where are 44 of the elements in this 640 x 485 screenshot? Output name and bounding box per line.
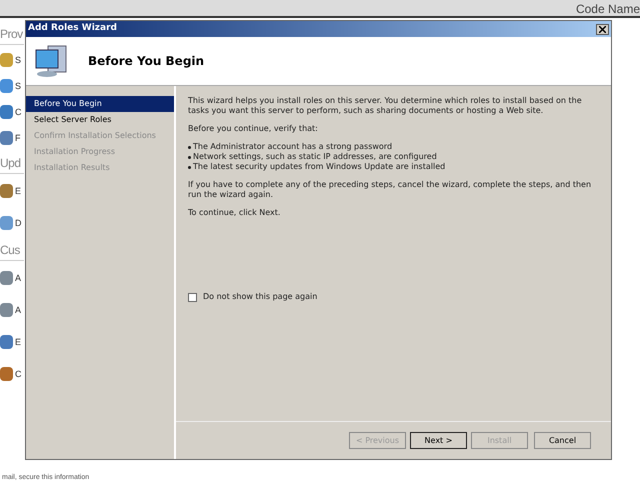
step-item[interactable]: Before You Begin [26, 96, 174, 112]
checklist-item: The latest security updates from Windows Update are installed [193, 162, 446, 172]
task-link[interactable]: C [15, 368, 22, 380]
bullet-icon [188, 146, 191, 149]
task-link[interactable]: F [15, 132, 20, 144]
section-heading: Upd [0, 153, 24, 174]
bullet-icon [188, 156, 191, 159]
intro-text: This wizard helps you install roles on this server. You determine which roles to install based on the tasks you want this server to perform, such as sharing documents or hosting a Web site. [188, 96, 583, 116]
close-button[interactable] [596, 24, 609, 34]
window-title: Add Roles Wizard [28, 22, 117, 36]
continue-text: To continue, click Next. [188, 208, 282, 218]
task-link[interactable]: S [15, 54, 22, 66]
verify-text: Before you continue, verify that: [188, 124, 319, 134]
task-icon [0, 335, 13, 349]
wizard-button[interactable]: Next > [410, 432, 467, 449]
task-icon [0, 216, 13, 230]
task-icon [0, 79, 13, 93]
task-link[interactable]: A [15, 304, 22, 316]
checkbox[interactable] [188, 292, 197, 302]
task-link[interactable]: D [15, 217, 22, 229]
task-link[interactable]: E [15, 336, 22, 348]
task-icon [0, 105, 13, 119]
task-icon [0, 184, 13, 198]
checklist-item: Network settings, such as static IP addresses, are configured [193, 152, 437, 162]
checkbox-label: Do not show this page again [203, 292, 318, 302]
wizard-button[interactable]: Cancel [534, 432, 591, 449]
task-icon [0, 303, 13, 317]
task-icon [0, 131, 13, 145]
task-icon [0, 367, 13, 381]
instructions-text: If you have to complete any of the preceding steps, cancel the wizard, complete the steps, and then run the wizard again. [188, 180, 592, 200]
page-heading: Before You Begin [88, 53, 204, 70]
task-icon [0, 271, 13, 285]
step-item[interactable]: Select Server Roles [26, 112, 174, 128]
task-link[interactable]: A [15, 272, 22, 284]
checklist-item: The Administrator account has a strong password [193, 142, 392, 152]
bullet-icon [188, 166, 191, 169]
column-header: Code Name [576, 3, 640, 16]
section-heading: Prov [0, 24, 24, 45]
section-heading: Cus [0, 240, 24, 261]
task-icon [0, 53, 13, 67]
task-link[interactable]: S [15, 80, 22, 92]
task-link[interactable]: E [15, 185, 22, 197]
close-icon [599, 26, 606, 32]
task-link[interactable]: C [15, 106, 22, 118]
